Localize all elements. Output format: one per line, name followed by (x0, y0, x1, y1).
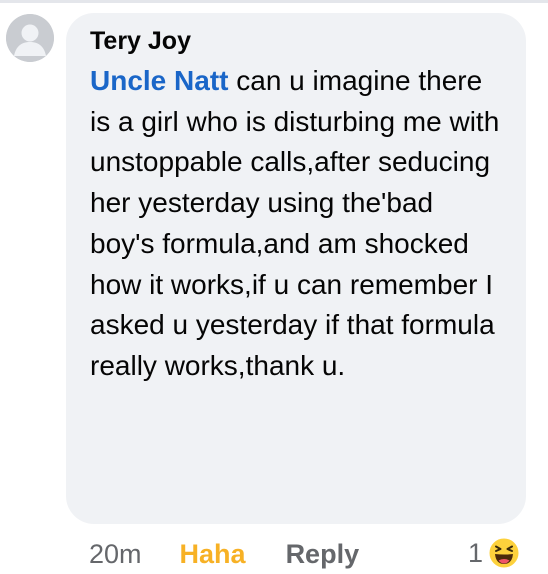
top-divider (0, 0, 548, 3)
mention-link[interactable]: Uncle Natt (90, 65, 228, 96)
comment-bubble: Tery Joy Uncle Natt can u imagine there … (66, 13, 526, 524)
default-avatar-icon (6, 14, 54, 62)
haha-emoji-icon (487, 536, 521, 570)
reaction-summary[interactable]: 1 (468, 535, 521, 571)
comment-text: Uncle Natt can u imagine there is a girl… (90, 61, 504, 387)
comment-timestamp[interactable]: 20m (89, 539, 142, 570)
avatar[interactable] (6, 14, 54, 62)
reply-button[interactable]: Reply (286, 539, 360, 570)
comment-author[interactable]: Tery Joy (90, 25, 504, 57)
reaction-count: 1 (468, 537, 484, 568)
haha-reaction-button[interactable]: Haha (180, 539, 246, 570)
comment-body: can u imagine there is a girl who is dis… (90, 65, 500, 381)
comment-actions: 20m Haha Reply (89, 536, 359, 572)
